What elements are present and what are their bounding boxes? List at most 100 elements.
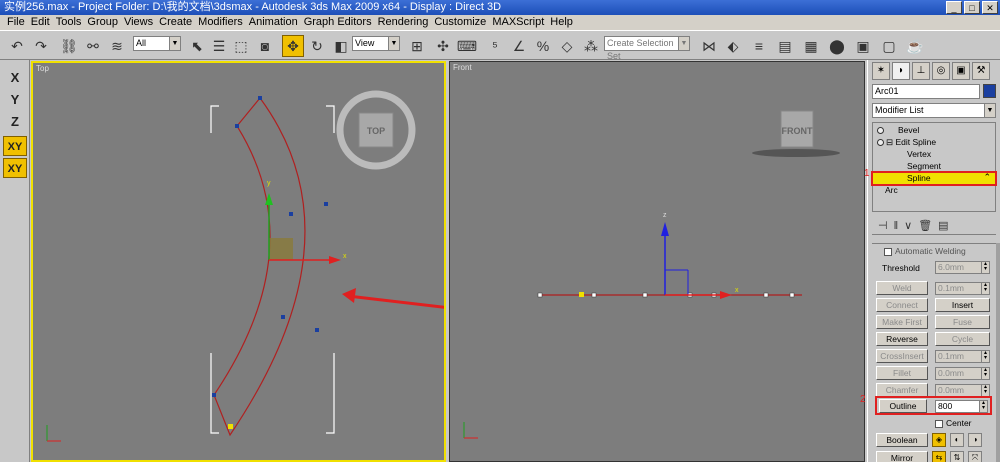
material-editor-icon[interactable]: ⬤ [826,35,848,57]
pin-stack-icon[interactable]: ⊣ [878,219,888,232]
light-bulb-icon[interactable] [877,139,884,147]
select-region-icon[interactable]: ⬚ [230,35,252,57]
remove-modifier-icon[interactable]: 🗑 [918,219,932,232]
stack-item-spline[interactable]: Spline ⌃ [871,171,997,186]
rotate-icon[interactable]: ↻ [306,35,328,57]
spinner-snap-icon[interactable]: ◇ [556,35,578,57]
light-bulb-icon[interactable] [877,127,884,135]
layer-manager-icon[interactable]: ≡ [748,35,770,57]
select-manipulate-icon[interactable]: ✣ [432,35,454,57]
reverse-button[interactable]: Reverse [876,332,928,346]
stack-item-segment[interactable]: Segment [873,161,995,172]
make-unique-icon[interactable]: ∨ [904,219,912,232]
spinner-arrows-icon[interactable]: ▴ ▾ [981,261,989,273]
menu-animation[interactable]: Animation [246,15,301,30]
union-icon[interactable]: ◈ [932,433,946,447]
viewcube[interactable]: TOP [336,90,416,170]
mirror-both-icon[interactable]: ⤧ [968,451,982,462]
axis-y-button[interactable]: Y [3,90,27,110]
menu-views[interactable]: Views [121,15,156,30]
chamfer-button[interactable]: Chamfer [876,383,928,397]
menu-file[interactable]: File [4,15,28,30]
menu-rendering[interactable]: Rendering [375,15,432,30]
menu-group[interactable]: Group [84,15,121,30]
display-tab-icon[interactable]: ▣ [952,62,970,80]
weld-button[interactable]: Weld [876,281,928,295]
mirror-icon[interactable]: ⋈ [698,35,720,57]
named-selection-input[interactable]: Create Selection Set ▼ [604,36,690,61]
axis-x-button[interactable]: X [3,68,27,88]
fillet-spinner[interactable]: 0.0mm ▴ ▾ [935,367,990,380]
percent-snap-icon[interactable]: % [532,35,554,57]
intersection-icon[interactable]: ◑ [968,433,982,447]
top-viewport[interactable]: Top y x TOP [31,61,446,462]
arc-spline[interactable] [213,97,306,437]
move-icon[interactable]: ✥ [282,35,304,57]
render-frame-icon[interactable]: ▢ [878,35,900,57]
ref-coord-dropdown[interactable]: View ▼ [352,36,400,51]
configure-sets-icon[interactable]: ▤ [938,219,948,232]
maximize-button[interactable]: □ [964,1,980,14]
crossinsert-button[interactable]: CrossInsert [876,349,928,363]
menu-edit[interactable]: Edit [28,15,53,30]
fuse-button[interactable]: Fuse [935,315,990,329]
keyboard-shortcut-icon[interactable]: ⌨ [456,35,478,57]
outline-button[interactable]: Outline [879,399,927,413]
quick-render-icon[interactable]: ☕ [904,35,926,57]
cycle-button[interactable]: Cycle [935,332,990,346]
bind-spacewarp-icon[interactable]: ≋ [106,35,128,57]
menu-maxscript[interactable]: MAXScript [489,15,547,30]
viewcube[interactable]: FRONT [752,110,840,157]
minimize-button[interactable]: _ [946,1,962,14]
boolean-button[interactable]: Boolean [876,433,928,447]
menu-graph-editors[interactable]: Graph Editors [301,15,375,30]
object-color-swatch[interactable] [983,84,996,98]
selection-filter-dropdown[interactable]: All ▼ [133,36,181,51]
front-viewport[interactable]: Front FRONT z x [449,61,865,462]
show-end-result-icon[interactable]: ‖ [894,220,899,232]
fillet-button[interactable]: Fillet [876,366,928,380]
command-panel-scrollbar[interactable] [996,243,1000,462]
connect-button[interactable]: Connect [876,298,928,312]
menu-tools[interactable]: Tools [53,15,85,30]
mirror-button[interactable]: Mirror [876,451,928,462]
menu-help[interactable]: Help [547,15,576,30]
scale-icon[interactable]: ◧ [330,35,352,57]
stack-item-bevel[interactable]: Bevel [873,125,995,136]
select-link-icon[interactable]: ⛓ [58,35,80,57]
mirror-horizontal-icon[interactable]: ⇆ [932,451,946,462]
hierarchy-tab-icon[interactable]: ⊥ [912,62,930,80]
snap-icon[interactable]: ⁵ [484,35,506,57]
spinner-arrows-icon[interactable]: ▴ ▾ [981,282,989,294]
schematic-view-icon[interactable]: ▦ [800,35,822,57]
axis-xy-cycle-button[interactable]: XY [3,158,27,178]
make-first-button[interactable]: Make First [876,315,928,329]
menu-create[interactable]: Create [156,15,195,30]
close-button[interactable]: ✕ [982,1,998,14]
undo-icon[interactable]: ↶ [6,35,28,57]
modifier-list-dropdown[interactable]: Modifier List ▼ [872,103,996,118]
window-crossing-icon[interactable]: ◙ [254,35,276,57]
align-icon[interactable]: ⬖ [722,35,744,57]
mirror-vertical-icon[interactable]: ⇅ [950,451,964,462]
stack-item-arc[interactable]: Arc [873,185,995,196]
utilities-tab-icon[interactable]: ⚒ [972,62,990,80]
menu-customize[interactable]: Customize [431,15,489,30]
automatic-welding-checkbox[interactable]: Automatic Welding [884,246,966,256]
create-tab-icon[interactable]: ✶ [872,62,890,80]
modify-tab-icon[interactable]: ◗ [892,62,910,80]
center-checkbox[interactable]: Center [935,418,972,428]
select-by-name-icon[interactable]: ☰ [208,35,230,57]
angle-snap-icon[interactable]: ∠ [508,35,530,57]
object-name-field[interactable]: Arc01 [872,84,980,99]
outline-spinner[interactable]: 800 ▴ ▾ [935,400,988,413]
subtraction-icon[interactable]: ◐ [950,433,964,447]
render-setup-icon[interactable]: ▣ [852,35,874,57]
axis-xy-button[interactable]: XY [3,136,27,156]
stack-item-edit-spline[interactable]: ⊟ Edit Spline [873,137,995,148]
spinner-arrows-icon[interactable]: ▴ ▾ [979,400,987,412]
pivot-icon[interactable]: ⊞ [406,35,428,57]
spinner-arrows-icon[interactable]: ▴ ▾ [981,367,989,379]
curve-editor-icon[interactable]: ▤ [774,35,796,57]
spinner-arrows-icon[interactable]: ▴ ▾ [981,350,989,362]
